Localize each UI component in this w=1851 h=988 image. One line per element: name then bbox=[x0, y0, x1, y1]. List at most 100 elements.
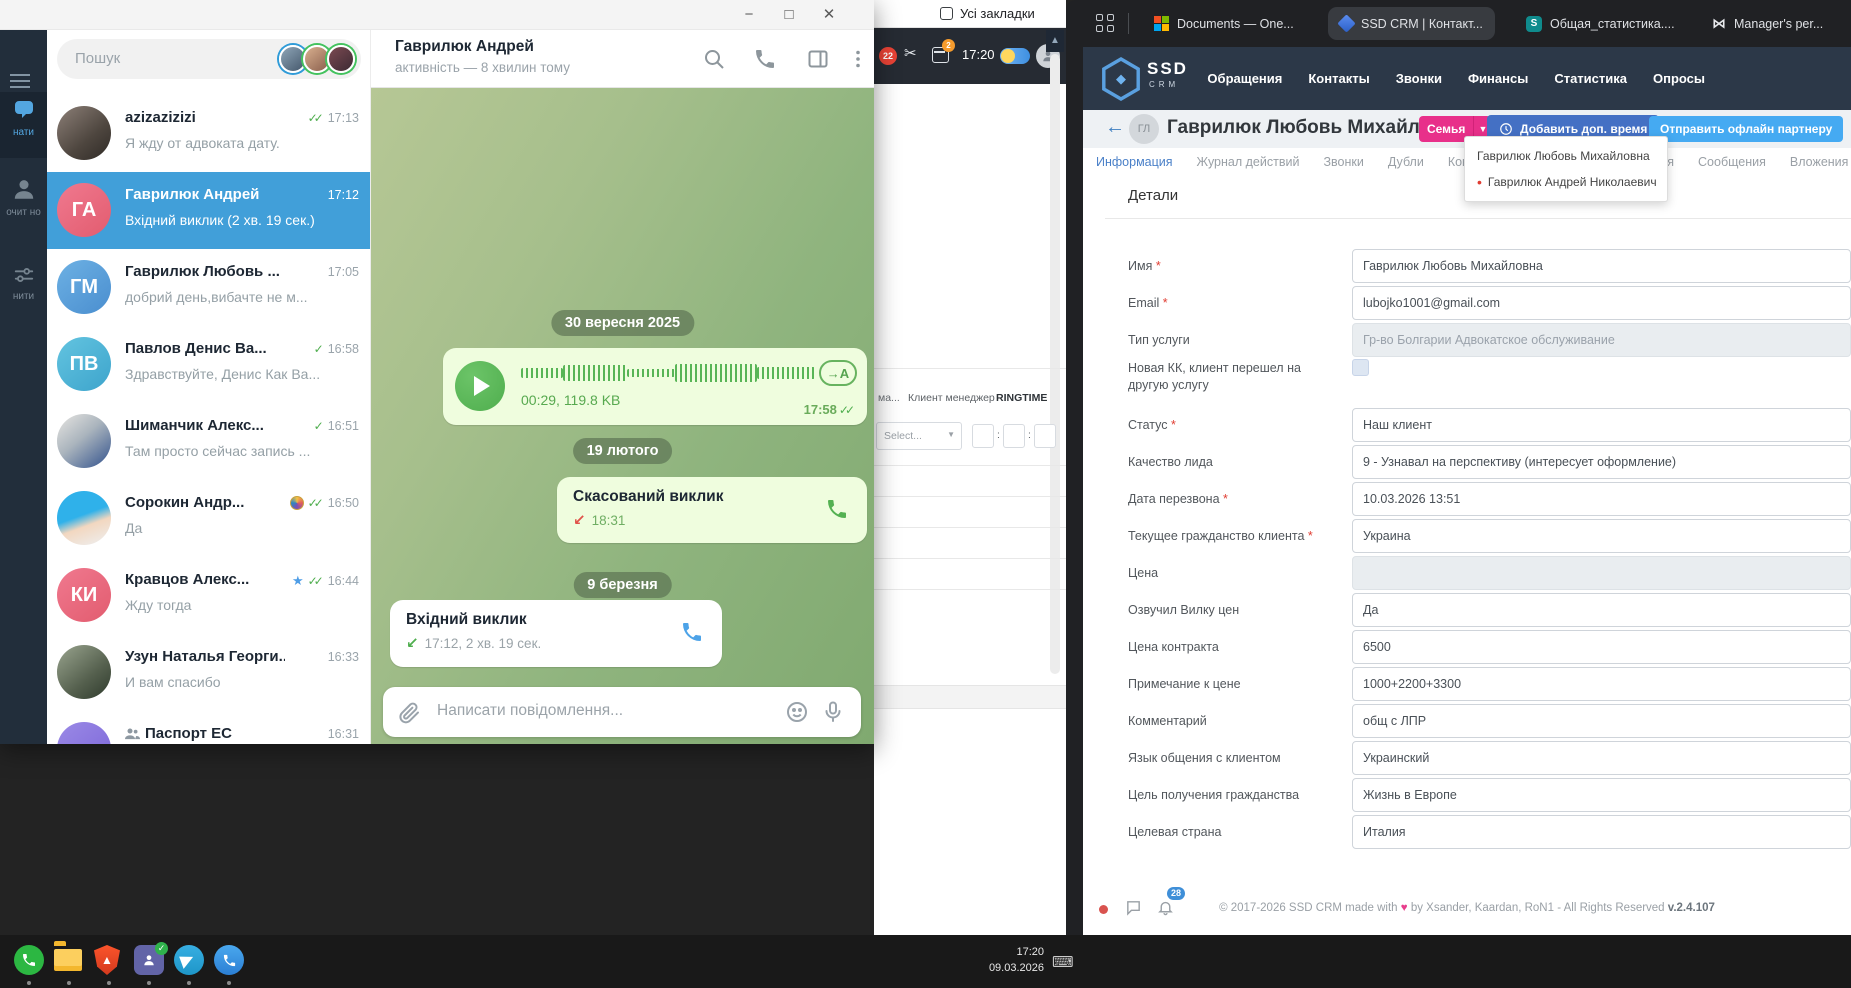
time-field-ss[interactable] bbox=[1034, 424, 1056, 448]
field-label-new-kk: Новая КК, клиент перешел на другую услуг… bbox=[1128, 361, 1301, 392]
microphone-icon[interactable] bbox=[821, 700, 845, 729]
back-button[interactable]: ← bbox=[1105, 116, 1125, 139]
callback-date-field[interactable] bbox=[1352, 482, 1851, 516]
conversation-title[interactable]: Гаврилюк Андрей bbox=[395, 38, 534, 56]
field-label-price-note: Примечание к цене bbox=[1128, 677, 1241, 691]
emoji-icon[interactable] bbox=[785, 700, 809, 729]
family-member-item[interactable]: Гаврилюк Любовь Михайловна bbox=[1465, 143, 1667, 169]
email-field[interactable] bbox=[1352, 286, 1851, 320]
scrollbar-up-arrow[interactable]: ▲ bbox=[1046, 30, 1064, 52]
field-label-status: Статус * bbox=[1128, 418, 1176, 432]
message-input-placeholder[interactable]: Написати повідомлення... bbox=[437, 702, 623, 720]
chat-row-sorokin[interactable]: Сорокин Андр... ✓✓ 16:50 Да bbox=[47, 480, 370, 557]
citizenship-field[interactable] bbox=[1352, 519, 1851, 553]
nav-finance[interactable]: Финансы bbox=[1468, 71, 1528, 86]
folder-edit[interactable]: нити bbox=[0, 258, 47, 324]
nav-calls[interactable]: Звонки bbox=[1396, 71, 1442, 86]
lead-quality-field[interactable] bbox=[1352, 445, 1851, 479]
family-dropdown: Гаврилюк Любовь Михайловна • Гаврилюк Ан… bbox=[1464, 136, 1668, 202]
search-placeholder: Пошук bbox=[75, 50, 121, 67]
theme-toggle[interactable] bbox=[1000, 48, 1030, 64]
tab-manager-performance[interactable]: ⋈ Manager's per... bbox=[1700, 7, 1835, 40]
new-kk-checkbox[interactable] bbox=[1352, 359, 1369, 376]
chat-row-pavlov-denis[interactable]: ПВ Павлов Денис Ва... ✓ 16:58 Здравствуйт… bbox=[47, 326, 370, 403]
brave-browser-icon[interactable]: ▲ bbox=[94, 945, 124, 975]
story-avatar[interactable] bbox=[327, 45, 355, 73]
status-field[interactable] bbox=[1352, 408, 1851, 442]
scrollbar-track[interactable] bbox=[1050, 54, 1060, 674]
nav-surveys[interactable]: Опросы bbox=[1653, 71, 1705, 86]
name-field[interactable] bbox=[1352, 249, 1851, 283]
search-input[interactable]: Пошук bbox=[57, 39, 361, 79]
phone-icon[interactable] bbox=[825, 497, 849, 526]
avatar: ГМ bbox=[57, 260, 111, 314]
chat-row-azizazizizi[interactable]: azizazizizi ✓✓ 17:13 Я жду от адвоката да… bbox=[47, 95, 370, 172]
comment-field[interactable] bbox=[1352, 704, 1851, 738]
kebab-menu-icon[interactable] bbox=[846, 47, 870, 71]
chat-row-gavriluk-andrey[interactable]: ГА Гаврилюк Андрей 17:12 Вхідний виклик … bbox=[47, 172, 370, 249]
file-explorer-icon[interactable] bbox=[54, 945, 84, 975]
tab-action-log[interactable]: Журнал действий bbox=[1197, 155, 1300, 169]
contacts-app-icon[interactable]: ✓ bbox=[134, 942, 168, 975]
tab-title: SSD CRM | Контакт... bbox=[1361, 16, 1483, 31]
language-field[interactable] bbox=[1352, 741, 1851, 775]
citizenship-goal-field[interactable] bbox=[1352, 778, 1851, 812]
nav-statistics[interactable]: Статистика bbox=[1554, 71, 1627, 86]
whatsapp-icon[interactable] bbox=[14, 945, 44, 975]
taskbar-clock[interactable]: 17:20 09.03.2026 bbox=[958, 944, 1044, 976]
sidebar-panel-icon[interactable] bbox=[806, 47, 830, 71]
time-field-hh[interactable] bbox=[972, 424, 994, 448]
close-button[interactable]: ✕ bbox=[812, 3, 846, 27]
family-member-item[interactable]: • Гаврилюк Андрей Николаевич bbox=[1465, 169, 1667, 195]
play-button[interactable] bbox=[455, 361, 505, 411]
table-row-line bbox=[874, 496, 1066, 497]
price-field bbox=[1352, 556, 1851, 590]
nav-appeals[interactable]: Обращения bbox=[1207, 71, 1282, 86]
send-offline-partner-button[interactable]: Отправить офлайн партнеру bbox=[1649, 116, 1844, 142]
attach-icon[interactable] bbox=[397, 700, 421, 729]
call-icon[interactable] bbox=[753, 47, 777, 71]
ssd-crm-logo-icon[interactable]: ◆ bbox=[1102, 57, 1140, 101]
telegram-icon[interactable] bbox=[174, 945, 204, 975]
folder-all-chats[interactable]: нати bbox=[0, 92, 47, 158]
chat-row-passport-eu[interactable]: Паспорт ЕС 16:31 bbox=[47, 711, 370, 744]
tab-duplicates[interactable]: Дубли bbox=[1388, 155, 1424, 169]
tab-attachments[interactable]: Вложения bbox=[1790, 155, 1849, 169]
field-label-target-country: Целевая страна bbox=[1128, 825, 1222, 839]
phone-icon[interactable] bbox=[680, 620, 704, 649]
folder-unread[interactable]: очит но bbox=[0, 170, 47, 244]
tab-documents[interactable]: Documents — One... bbox=[1142, 7, 1306, 40]
select-dropdown[interactable]: Select... ▼ bbox=[876, 422, 962, 450]
voice-waveform[interactable] bbox=[521, 362, 815, 384]
tab-calls[interactable]: Звонки bbox=[1323, 155, 1363, 169]
voiced-price-range-field[interactable] bbox=[1352, 593, 1851, 627]
time-field-mm[interactable] bbox=[1003, 424, 1025, 448]
menu-hamburger-icon[interactable] bbox=[10, 74, 30, 88]
bookmarks-label[interactable]: Усі закладки bbox=[960, 6, 1035, 21]
tab-groups-icon[interactable] bbox=[1096, 14, 1114, 32]
chat-row-shimanchik[interactable]: Шиманчик Алекс... ✓ 16:51 Там просто сейч… bbox=[47, 403, 370, 480]
tab-ssd-crm[interactable]: SSD CRM | Контакт... bbox=[1328, 7, 1495, 40]
tab-information[interactable]: Информация bbox=[1096, 155, 1173, 169]
message-input-bar[interactable]: Написати повідомлення... bbox=[383, 687, 861, 737]
chat-row-uzun[interactable]: Узун Наталья Георги... 16:33 И вам спаси… bbox=[47, 634, 370, 711]
touch-keyboard-icon[interactable]: ⌨ bbox=[1052, 953, 1074, 971]
search-icon[interactable] bbox=[702, 47, 726, 71]
speech-to-text-button[interactable]: →A bbox=[819, 360, 857, 386]
nav-contacts[interactable]: Контакты bbox=[1308, 71, 1369, 86]
minimize-button[interactable]: − bbox=[732, 3, 766, 27]
tab-messages[interactable]: Сообщения bbox=[1698, 155, 1766, 169]
tab-title: Documents — One... bbox=[1177, 16, 1294, 31]
phone-app-icon[interactable] bbox=[214, 945, 244, 975]
target-country-field[interactable] bbox=[1352, 815, 1851, 849]
tab-statistics-sheet[interactable]: S Общая_статистика.... bbox=[1514, 7, 1687, 40]
table-footer-band bbox=[874, 685, 1066, 709]
chat-row-gavriluk-lubov[interactable]: ГМ Гаврилюк Любовь ... 17:05 добрий день… bbox=[47, 249, 370, 326]
contract-price-field[interactable] bbox=[1352, 630, 1851, 664]
voice-duration-size: 00:29, 119.8 KB bbox=[521, 392, 621, 408]
chat-row-kravtsov[interactable]: КИ Кравцов Алекс... ★ ✓✓ 16:44 Жду тогда bbox=[47, 557, 370, 634]
scissors-extension-icon[interactable]: ✂ bbox=[904, 44, 917, 62]
maximize-button[interactable]: □ bbox=[772, 3, 806, 27]
field-label-email: Email * bbox=[1128, 296, 1168, 310]
price-note-field[interactable] bbox=[1352, 667, 1851, 701]
